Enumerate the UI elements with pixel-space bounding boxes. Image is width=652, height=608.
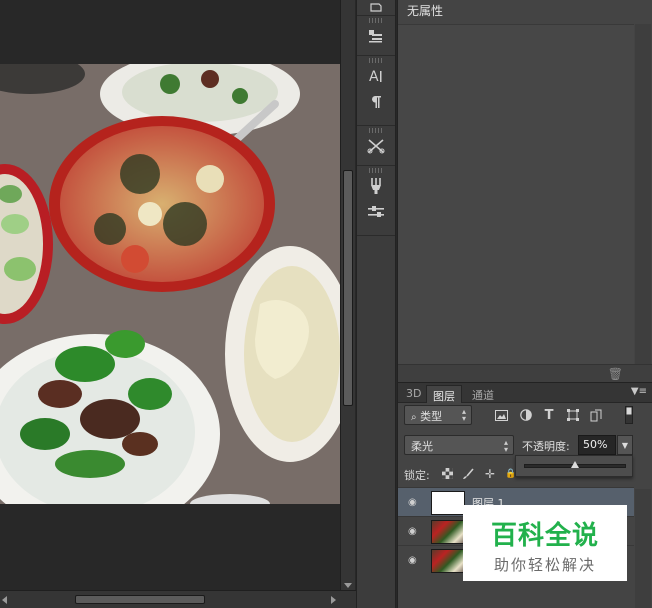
properties-panel: 无属性 🗑: [397, 0, 652, 382]
scroll-left-arrow-icon[interactable]: [2, 596, 7, 604]
vertical-scroll-thumb[interactable]: [343, 170, 353, 406]
layer-thumbnail-photo[interactable]: [431, 520, 465, 544]
layer-thumbnail-white[interactable]: [431, 491, 465, 515]
opacity-slider-popup[interactable]: [515, 455, 633, 477]
type-layer-filter-icon[interactable]: T: [541, 408, 557, 423]
adjustment-layer-filter-icon[interactable]: [518, 408, 534, 422]
lock-image-pixels-brush-icon[interactable]: [461, 467, 475, 480]
food-photo: [0, 64, 340, 504]
dock-group-3: A: [357, 56, 395, 126]
tool-presets-icon[interactable]: [357, 133, 395, 159]
smart-object-filter-icon[interactable]: [588, 408, 604, 422]
panel-dock-strip: A: [356, 0, 396, 608]
layer-thumbnail-photo[interactable]: [431, 549, 465, 573]
adjustments-panel-icon[interactable]: [357, 199, 395, 225]
horizontal-scroll-thumb[interactable]: [75, 595, 205, 604]
watermark-title: 百科全说: [490, 521, 599, 551]
dock-group-top: [357, 0, 395, 16]
pixel-layer-filter-icon[interactable]: [493, 408, 509, 422]
opacity-input[interactable]: 50%: [578, 435, 616, 455]
lock-label: 锁定:: [404, 469, 430, 482]
filter-kind-value: 类型: [420, 410, 443, 423]
opacity-slider-handle[interactable]: [571, 461, 579, 468]
visibility-eye-icon[interactable]: ◉: [408, 555, 417, 566]
paragraph-panel-icon[interactable]: [357, 89, 395, 115]
horizontal-scrollbar[interactable]: [0, 590, 356, 608]
vertical-scrollbar[interactable]: [340, 0, 355, 590]
panel-menu-icon[interactable]: ▼≡: [631, 386, 647, 397]
tab-channels[interactable]: 通道: [466, 385, 500, 403]
lock-transparent-pixels-icon[interactable]: [440, 467, 454, 480]
history-panel-icon[interactable]: [357, 0, 395, 14]
document-image[interactable]: [0, 64, 340, 504]
scroll-right-arrow-icon[interactable]: [331, 596, 336, 604]
svg-text:A: A: [369, 69, 379, 84]
properties-title: 无属性: [407, 4, 444, 18]
spinner-caret-icon: ▴ ▾: [503, 438, 508, 454]
properties-scrollbar[interactable]: [635, 24, 651, 364]
dock-group-4: [357, 126, 395, 166]
canvas-area[interactable]: [0, 0, 356, 608]
spinner-caret-icon: ▴ ▾: [461, 407, 466, 423]
trash-icon[interactable]: 🗑: [608, 367, 623, 381]
tab-3d[interactable]: 3D: [400, 385, 427, 403]
layers-scrollbar[interactable]: [635, 489, 651, 608]
character-panel-icon[interactable]: A: [357, 63, 395, 89]
dock-group-2: [357, 16, 395, 56]
layers-panel-tabs: 3D 图层 通道 ▼≡: [398, 383, 652, 403]
opacity-dropdown-button[interactable]: ▼: [617, 435, 633, 455]
watermark-badge: 百科全说 助你轻松解决: [463, 505, 627, 581]
brush-panel-icon[interactable]: [357, 173, 395, 199]
blend-mode-value: 柔光: [411, 440, 433, 453]
search-icon: ⌕: [411, 412, 417, 423]
scroll-down-arrow-icon[interactable]: [344, 583, 352, 588]
dock-group-5: [357, 166, 395, 236]
opacity-label: 不透明度:: [522, 440, 570, 453]
tab-layers[interactable]: 图层: [426, 385, 462, 403]
visibility-eye-icon[interactable]: ◉: [408, 526, 417, 537]
filter-kind-dropdown[interactable]: ⌕ 类型 ▴ ▾: [404, 405, 472, 425]
blend-mode-dropdown[interactable]: 柔光 ▴ ▾: [404, 435, 514, 455]
watermark-subtitle: 助你轻松解决: [493, 556, 596, 574]
layer-comps-icon[interactable]: [357, 23, 395, 49]
properties-footer: 🗑: [398, 364, 652, 382]
shape-layer-filter-icon[interactable]: [565, 408, 581, 422]
lock-position-move-icon[interactable]: ✛: [483, 467, 497, 481]
filter-toggle-switch[interactable]: [624, 405, 634, 425]
properties-content: [398, 24, 634, 364]
visibility-eye-icon[interactable]: ◉: [408, 497, 417, 508]
